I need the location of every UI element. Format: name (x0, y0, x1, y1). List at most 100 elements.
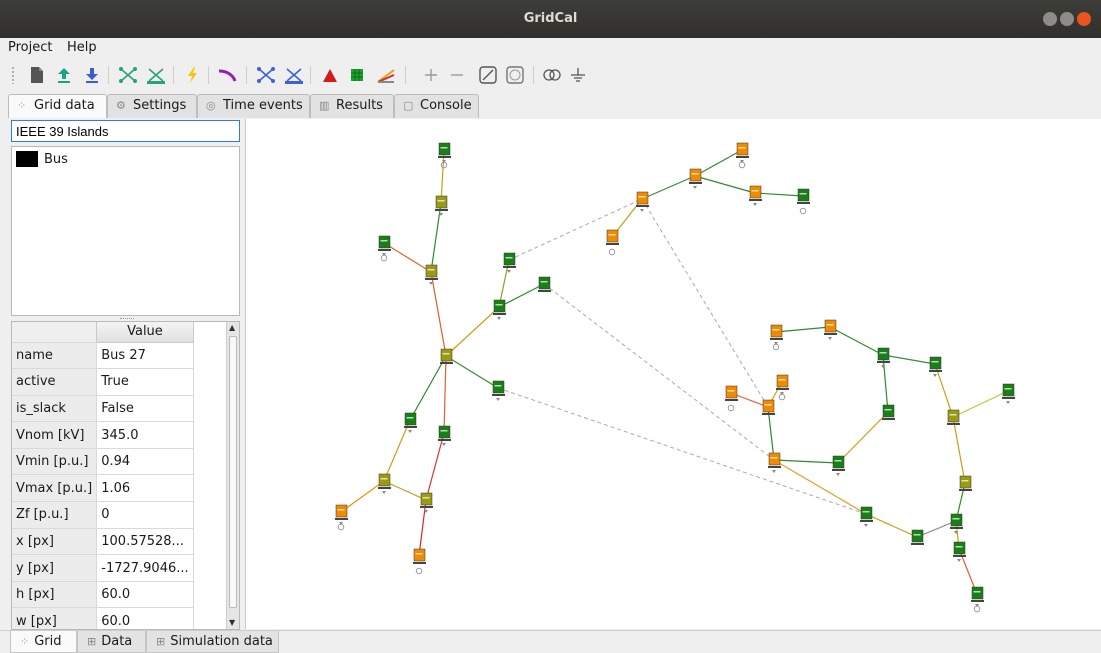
network-diagram[interactable] (246, 119, 1101, 629)
download-icon[interactable] (82, 65, 102, 85)
branch-line[interactable] (773, 459, 867, 515)
tab-grid[interactable]: ⁘ Grid (10, 631, 77, 653)
property-value[interactable]: 60.0 (96, 607, 194, 629)
generator-icon[interactable] (727, 404, 735, 412)
bus-node[interactable] (929, 356, 942, 370)
toolbar-grip[interactable] (11, 66, 15, 84)
bus-node[interactable] (404, 412, 417, 426)
bus-node[interactable] (971, 586, 984, 600)
triangle-chart-icon[interactable] (320, 65, 340, 85)
branch-line[interactable] (425, 432, 445, 501)
dc-link-line[interactable] (497, 387, 867, 515)
bus-node[interactable] (860, 506, 873, 520)
bus-node[interactable] (689, 168, 702, 182)
network-icon[interactable] (256, 65, 276, 85)
bus-node[interactable] (335, 504, 348, 518)
load-icon[interactable] (828, 337, 832, 340)
new-file-icon[interactable] (27, 65, 47, 85)
table-row[interactable]: h [px] 60.0 (12, 581, 227, 609)
dc-link-line[interactable] (508, 198, 643, 261)
bus-node[interactable] (438, 425, 451, 439)
tab-time-events[interactable]: ◎ Time events (197, 94, 310, 118)
bus-node[interactable] (953, 541, 966, 555)
branch-line[interactable] (383, 419, 411, 482)
vertical-scrollbar[interactable]: ▲ ▼ (226, 322, 239, 629)
branch-line[interactable] (775, 326, 831, 333)
bus-node[interactable] (947, 409, 960, 423)
property-value[interactable]: 345.0 (96, 421, 194, 449)
table-row[interactable]: Zf [p.u.] 0 (12, 501, 227, 529)
load-icon[interactable] (772, 470, 776, 473)
bus-node[interactable] (438, 142, 451, 156)
branch-line[interactable] (952, 416, 966, 484)
property-value[interactable]: False (96, 395, 194, 423)
generator-icon[interactable] (738, 161, 746, 169)
menu-project[interactable]: Project (8, 40, 52, 55)
close-button[interactable] (1077, 12, 1091, 26)
load-icon[interactable] (864, 524, 868, 527)
network-alt-icon[interactable] (284, 65, 304, 85)
table-row[interactable]: active True (12, 368, 227, 396)
grid-canvas[interactable] (245, 119, 1101, 629)
property-value[interactable]: 100.57528... (96, 528, 194, 556)
bus-node[interactable] (420, 492, 433, 506)
bus-node[interactable] (877, 347, 890, 361)
property-value[interactable]: 0 (96, 501, 194, 529)
branch-line[interactable] (754, 192, 804, 197)
column-header-value[interactable]: Value (96, 322, 194, 343)
load-icon[interactable] (753, 203, 757, 206)
bus-node[interactable] (1002, 383, 1015, 397)
bus-node[interactable] (435, 195, 448, 209)
load-icon[interactable] (429, 282, 433, 285)
map-icon[interactable] (505, 65, 525, 85)
generator-icon[interactable] (380, 254, 388, 262)
menu-help[interactable]: Help (67, 40, 97, 55)
matrix-icon[interactable] (347, 65, 367, 85)
branch-line[interactable] (837, 411, 889, 464)
bus-node[interactable] (503, 252, 516, 266)
branch-line[interactable] (418, 499, 427, 557)
generator-icon[interactable] (973, 605, 981, 613)
load-icon[interactable] (693, 186, 697, 189)
bus-node[interactable] (824, 319, 837, 333)
branch-line[interactable] (430, 271, 447, 357)
tab-simulation-data[interactable]: ⊞ Simulation data (146, 631, 279, 653)
bus-node[interactable] (797, 188, 810, 202)
branch-line[interactable] (409, 355, 447, 421)
bus-node[interactable] (768, 452, 781, 466)
branch-line[interactable] (443, 355, 447, 434)
bus-node[interactable] (911, 529, 924, 543)
curve-icon[interactable] (217, 65, 237, 85)
table-row[interactable]: is_slack False (12, 395, 227, 423)
line-tool-icon[interactable] (478, 65, 498, 85)
generator-icon[interactable] (608, 248, 616, 256)
load-icon[interactable] (957, 559, 961, 562)
branch-line[interactable] (865, 513, 918, 538)
bus-node[interactable] (776, 374, 789, 388)
table-row[interactable]: w [px] 60.0 (12, 607, 227, 629)
property-value[interactable]: 1.06 (96, 474, 194, 503)
bus-node[interactable] (440, 348, 453, 362)
dc-link-line[interactable] (543, 283, 775, 461)
bus-node[interactable] (832, 455, 845, 469)
scroll-down-icon[interactable]: ▼ (229, 618, 235, 627)
branch-line[interactable] (641, 175, 696, 200)
generator-icon[interactable] (337, 523, 345, 531)
bus-node[interactable] (959, 475, 972, 489)
bus-node[interactable] (493, 299, 506, 313)
scroll-up-icon[interactable]: ▲ (229, 323, 235, 332)
ground-icon[interactable] (568, 65, 588, 85)
minimize-button[interactable] (1043, 12, 1057, 26)
bus-node[interactable] (882, 404, 895, 418)
load-icon[interactable] (496, 398, 500, 401)
splitter-handle[interactable] (120, 318, 134, 320)
bus-node[interactable] (538, 276, 551, 290)
branch-line[interactable] (773, 459, 839, 464)
rings-icon[interactable] (542, 65, 562, 85)
table-row[interactable]: y [px] -1727.9046... (12, 554, 227, 582)
generator-icon[interactable] (415, 567, 423, 575)
grid-layout-icon[interactable] (118, 65, 138, 85)
branch-line[interactable] (694, 175, 756, 194)
scrollbar-thumb[interactable] (229, 336, 237, 608)
property-value[interactable]: Bus 27 (96, 342, 194, 370)
